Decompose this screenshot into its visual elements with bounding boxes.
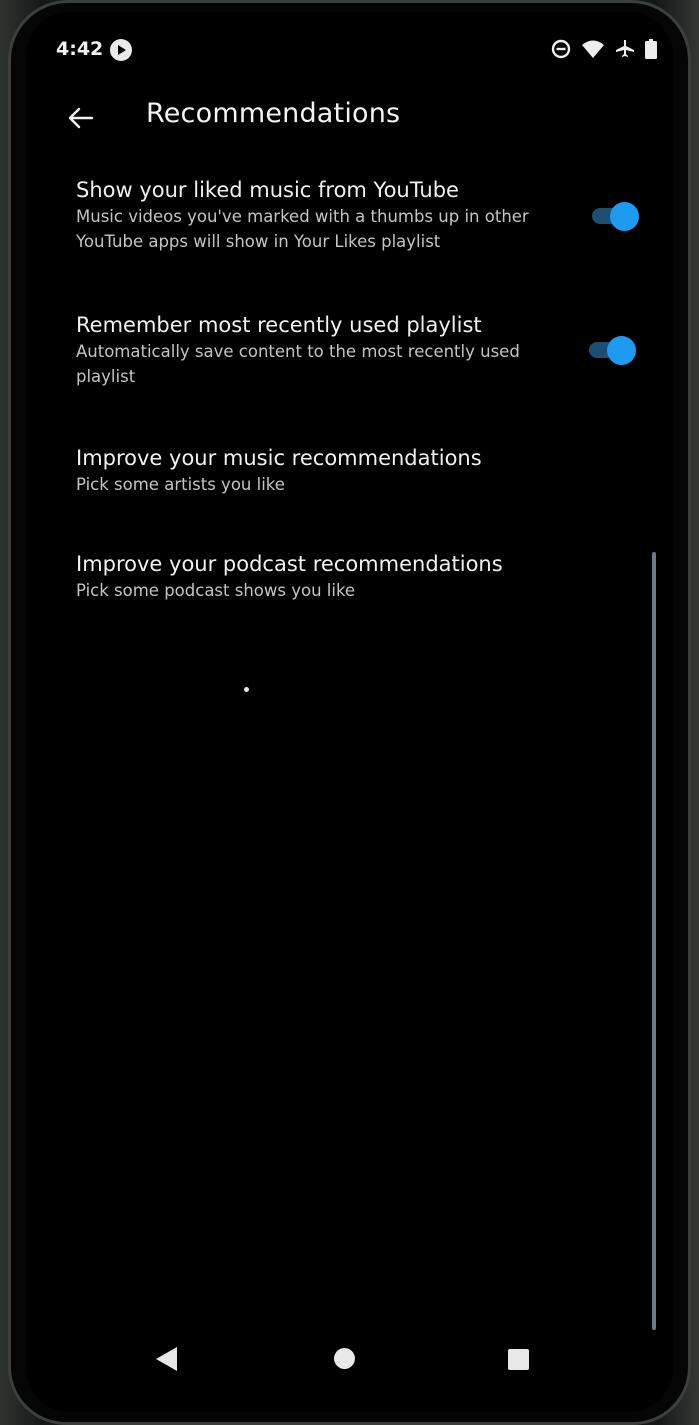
youtube-music-notification-icon bbox=[110, 39, 132, 61]
scrollbar[interactable] bbox=[652, 552, 656, 1330]
back-button[interactable] bbox=[60, 98, 100, 138]
setting-subtitle: Automatically save content to the most r… bbox=[76, 342, 520, 386]
toggle-remember-recent-playlist[interactable] bbox=[589, 336, 637, 365]
setting-improve-music-recommendations[interactable]: Improve your music recommendations Pick … bbox=[76, 444, 636, 497]
setting-title: Improve your music recommendations bbox=[76, 446, 482, 470]
arrow-left-icon bbox=[68, 107, 94, 129]
recents-square-icon[interactable] bbox=[508, 1349, 529, 1370]
status-icons bbox=[551, 39, 657, 59]
system-navigation-bar bbox=[26, 1337, 673, 1381]
setting-subtitle: Music videos you've marked with a thumbs… bbox=[76, 207, 529, 251]
home-circle-icon[interactable] bbox=[334, 1348, 355, 1369]
do-not-disturb-icon bbox=[551, 39, 571, 59]
setting-subtitle: Pick some podcast shows you like bbox=[76, 581, 356, 600]
setting-title: Improve your podcast recommendations bbox=[76, 552, 503, 576]
setting-improve-podcast-recommendations[interactable]: Improve your podcast recommendations Pic… bbox=[76, 550, 636, 603]
status-bar: 4:42 bbox=[26, 36, 673, 66]
airplane-mode-icon bbox=[616, 40, 634, 57]
setting-subtitle: Pick some artists you like bbox=[76, 475, 285, 494]
toggle-thumb bbox=[610, 202, 639, 231]
setting-title: Remember most recently used playlist bbox=[76, 313, 482, 337]
status-time: 4:42 bbox=[56, 38, 104, 60]
toggle-thumb bbox=[607, 336, 636, 365]
top-app-bar: Recommendations bbox=[26, 90, 673, 146]
touch-indicator-dot bbox=[244, 687, 249, 692]
page-title: Recommendations bbox=[146, 98, 401, 129]
back-triangle-icon[interactable] bbox=[156, 1347, 177, 1371]
screen: 4:42 Recommendations Show your liked mus… bbox=[26, 12, 673, 1412]
setting-title: Show your liked music from YouTube bbox=[76, 178, 459, 202]
setting-show-liked-music[interactable]: Show your liked music from YouTube Music… bbox=[76, 176, 636, 254]
wifi-icon bbox=[582, 40, 604, 58]
battery-icon bbox=[645, 39, 657, 59]
toggle-show-liked-music[interactable] bbox=[592, 202, 640, 231]
setting-remember-recent-playlist[interactable]: Remember most recently used playlist Aut… bbox=[76, 311, 636, 389]
